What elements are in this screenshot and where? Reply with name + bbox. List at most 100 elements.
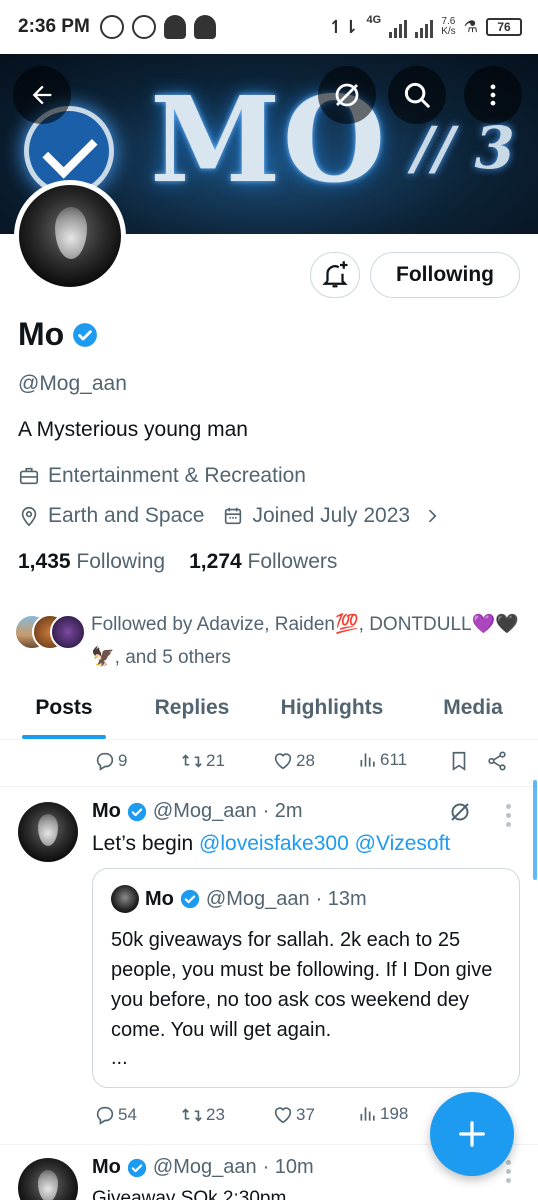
more-options-button[interactable] xyxy=(464,66,522,124)
tab-media[interactable]: Media xyxy=(408,686,538,739)
network-type: 4G xyxy=(366,14,382,26)
plus-icon xyxy=(459,1121,485,1147)
repost-button[interactable]: 21 xyxy=(180,750,225,772)
repost-button[interactable]: 23 xyxy=(180,1104,225,1126)
location-pin-icon xyxy=(21,506,37,527)
reply-icon xyxy=(96,1106,114,1125)
status-bar: 2:36 PM ↿⇂ 4G 7.6 K/s ⚗ 76 xyxy=(0,0,538,54)
quote-author-name: Mo xyxy=(145,887,174,910)
signal-icon xyxy=(389,16,408,38)
network-speed: 7.6 K/s xyxy=(441,16,456,37)
quote-author-handle: @Mog_aan xyxy=(205,887,310,910)
tab-highlights[interactable]: Highlights xyxy=(256,686,408,739)
calendar-icon xyxy=(225,507,242,525)
notification-icons xyxy=(99,15,216,39)
more-vertical-icon xyxy=(490,84,496,106)
back-button[interactable] xyxy=(13,66,71,124)
back-arrow-icon xyxy=(32,85,52,105)
data-transfer-icon: ↿⇂ xyxy=(328,16,359,37)
repost-icon xyxy=(182,754,202,768)
chevron-right-icon[interactable] xyxy=(422,506,442,526)
post-text: Let’s begin @loveisfake300 @Vizesoft xyxy=(92,832,451,855)
profile-handle: @Mog_aan xyxy=(18,372,127,395)
notifications-button[interactable] xyxy=(310,252,360,298)
profile-location: Earth and Space xyxy=(48,504,205,527)
like-button[interactable]: 37 xyxy=(272,1104,315,1126)
verified-badge-icon[interactable] xyxy=(72,322,98,348)
quote-header: Mo @Mog_aan · 13m xyxy=(111,885,367,913)
grok-icon[interactable] xyxy=(448,800,472,824)
briefcase-icon xyxy=(19,467,39,485)
search-button[interactable] xyxy=(388,66,446,124)
mention-link[interactable]: @loveisfake300 xyxy=(199,832,349,855)
location-joined-row: Earth and Space Joined July 2023 xyxy=(18,504,442,528)
bookmark-button[interactable] xyxy=(448,750,470,772)
signal-icon-2 xyxy=(415,16,434,38)
follow-stats: 1,435 Following 1,274 Followers xyxy=(18,550,337,574)
following-button[interactable]: Following xyxy=(370,252,520,298)
repost-icon xyxy=(182,1108,202,1122)
whatsapp-business-icon xyxy=(131,15,156,39)
post-time: · 2m xyxy=(262,800,303,822)
snapchat-icon-2 xyxy=(193,15,216,39)
views-icon xyxy=(360,753,375,767)
post-avatar[interactable] xyxy=(18,802,78,862)
views-button[interactable]: 198 xyxy=(358,1104,408,1124)
heart-icon xyxy=(274,753,292,770)
tab-posts[interactable]: Posts xyxy=(0,686,128,739)
grok-icon xyxy=(335,83,359,107)
views-button[interactable]: 611 xyxy=(358,750,407,770)
whatsapp-icon xyxy=(99,15,124,39)
like-button[interactable]: 28 xyxy=(272,750,315,772)
grok-button[interactable] xyxy=(318,66,376,124)
views-icon xyxy=(360,1107,375,1121)
profile-tabs: Posts Replies Highlights Media xyxy=(0,686,538,740)
category-row: Entertainment & Recreation xyxy=(18,464,306,488)
post-author-handle[interactable]: @Mog_aan xyxy=(153,1156,257,1179)
post-time: · 10m xyxy=(262,1156,314,1178)
post-header: Mo @Mog_aan · 2m xyxy=(92,800,303,823)
battery-icon: 76 xyxy=(486,18,522,36)
scrollbar[interactable] xyxy=(533,780,537,880)
followers-stat[interactable]: 1,274 Followers xyxy=(189,550,337,574)
profile-bio: A Mysterious young man xyxy=(18,418,248,441)
post-more-icon[interactable] xyxy=(506,804,512,831)
compose-button[interactable] xyxy=(430,1092,514,1176)
mention-link[interactable]: @Vizesoft xyxy=(355,832,451,855)
post-avatar[interactable] xyxy=(18,1158,78,1200)
verified-badge-icon xyxy=(127,1158,147,1177)
post-author-name[interactable]: Mo xyxy=(92,1156,121,1179)
reply-button[interactable]: 54 xyxy=(94,1104,137,1126)
verified-badge-icon xyxy=(127,802,147,821)
follower-avatar xyxy=(50,614,86,650)
heart-icon xyxy=(274,1107,292,1124)
post-more-icon[interactable] xyxy=(506,1160,512,1187)
bookmark-icon xyxy=(452,751,466,771)
post-author-handle[interactable]: @Mog_aan xyxy=(153,800,257,823)
post-header: Mo @Mog_aan · 10m xyxy=(92,1156,314,1179)
prev-post-actions: 9 21 28 611 xyxy=(94,744,514,778)
quote-text: 50k giveaways for sallah. 2k each to 25 … xyxy=(111,929,493,1041)
share-button[interactable] xyxy=(486,750,508,772)
followed-by-text: Followed by Adavize, Raiden💯, DONTDULL💜🖤… xyxy=(91,614,519,668)
following-stat[interactable]: 1,435 Following xyxy=(18,550,165,574)
post-text: Giveaway SOk 2:30pm xyxy=(92,1188,287,1200)
status-time: 2:36 PM xyxy=(18,16,90,37)
snapchat-icon xyxy=(163,15,186,39)
profile-avatar[interactable] xyxy=(14,180,126,292)
quoted-post[interactable]: Mo @Mog_aan · 13m 50k giveaways for sall… xyxy=(92,868,520,1088)
status-right: ↿⇂ 4G 7.6 K/s ⚗ 76 xyxy=(328,14,522,40)
post-author-name[interactable]: Mo xyxy=(92,800,121,823)
profile-category: Entertainment & Recreation xyxy=(48,464,306,487)
profile-joined: Joined July 2023 xyxy=(252,504,411,527)
tab-replies[interactable]: Replies xyxy=(128,686,256,739)
name-row: Mo xyxy=(18,316,98,353)
verified-badge-icon xyxy=(180,889,200,909)
quote-avatar xyxy=(111,885,139,913)
quote-ellipsis: ... xyxy=(111,1047,128,1069)
reply-button[interactable]: 9 xyxy=(94,750,127,772)
flask-icon: ⚗ xyxy=(463,19,478,36)
follower-avatars xyxy=(14,614,90,652)
bell-plus-icon xyxy=(322,261,348,288)
share-icon xyxy=(488,751,506,771)
